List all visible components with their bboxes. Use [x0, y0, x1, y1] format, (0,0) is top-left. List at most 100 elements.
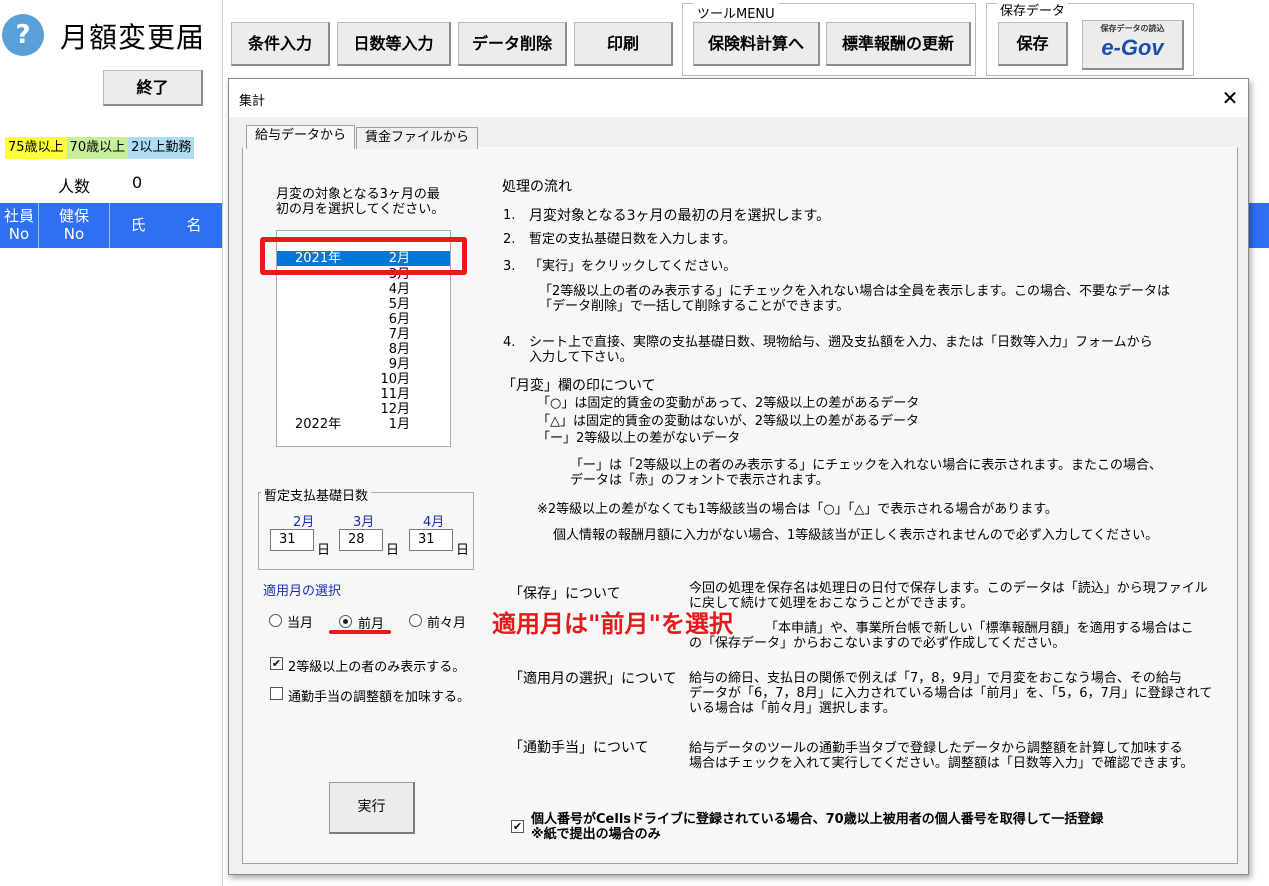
list-item[interactable]: 12月: [277, 402, 450, 417]
save-description: 「本申請」や、事業所台帳で新しい「標準報酬月額」を適用する場合はこ: [765, 621, 1194, 636]
save-description: に戻して続けて処理をおこなうことができます。: [689, 596, 974, 611]
day-month-label: 2月: [293, 515, 315, 530]
flow-step4: 入力して下さい。: [529, 350, 633, 365]
list-item[interactable]: 4月: [277, 282, 450, 297]
flow-step2: 暫定の支払基礎日数を入力します。: [529, 232, 736, 247]
list-item[interactable]: 11月: [277, 387, 450, 402]
grade1-note: ※2等級以上の差がなくても1等級該当の場合は「○」「△」で表示される場合がありま…: [537, 502, 1058, 517]
sheet-header-row-right: [1249, 203, 1269, 248]
list-item[interactable]: 10月: [277, 372, 450, 387]
sheet-divider: [222, 0, 223, 886]
count-value: 0: [132, 173, 143, 192]
provisional-days-label: 暫定支払基礎日数: [261, 485, 372, 504]
commute-description: 場合はチェックを入れて実行してください。調整額は「日数等入力」で確認できます。: [689, 756, 1194, 771]
header-given-name: 名: [186, 216, 202, 234]
day-month-label: 3月: [353, 515, 375, 530]
legend-multi-employment: 2以上勤務: [128, 137, 195, 159]
header-surname: 氏: [130, 216, 146, 234]
radio-current-month-label: 当月: [287, 616, 314, 631]
egov-logo: e-Gov: [1101, 35, 1164, 60]
month-prompt-line1: 月変の対象となる3ヶ月の最: [276, 187, 440, 202]
day-unit-label: 日: [456, 543, 470, 558]
days-input-button[interactable]: 日数等入力: [337, 22, 451, 66]
list-item[interactable]: 6月: [277, 312, 450, 327]
save-heading: 「保存」について: [509, 586, 621, 602]
flow-step4: シート上で直接、実際の支払基礎日数、現物給与、遡及支払額を入力、または「日数等入…: [529, 335, 1153, 350]
dialog-title: 集計: [239, 94, 266, 109]
tool-menu-label: ツールMENU: [694, 3, 778, 22]
egov-load-button[interactable]: 保存データの読込 e-Gov: [1082, 20, 1184, 70]
days-input-month1[interactable]: 31: [270, 529, 314, 551]
save-button[interactable]: 保存: [998, 22, 1068, 66]
grade2-checkbox-label: 2等級以上の者のみ表示する。: [288, 660, 466, 675]
apply-description: データが「6，7，8月」に入力されている場合は「前月」を、「5，6，7月」に登録…: [689, 686, 1213, 701]
apply-description: いる場合は「前々月」選択します。: [689, 701, 896, 716]
days-input-month2[interactable]: 28: [339, 529, 383, 551]
condition-input-button[interactable]: 条件入力: [231, 22, 330, 66]
tab-wage-file[interactable]: 賃金ファイルから: [356, 127, 479, 149]
personal-number-note: ※紙で提出の場合のみ: [531, 827, 661, 842]
flow-step3-note: 「データ削除」で一括して削除することができます。: [539, 299, 850, 314]
save-data-label: 保存データ: [997, 0, 1069, 19]
annotation-underline: [329, 630, 391, 634]
month-prompt-line2: 初の月を選択してください。: [276, 202, 445, 217]
execute-button[interactable]: 実行: [329, 782, 415, 834]
radio-previous-month[interactable]: [339, 615, 352, 628]
commute-checkbox-label: 通勤手当の調整額を加味する。: [288, 690, 471, 705]
standard-remuneration-update-button[interactable]: 標準報酬の更新: [826, 22, 971, 66]
header-insurance-no: 健保 No: [58, 207, 89, 243]
print-button[interactable]: 印刷: [574, 22, 673, 66]
day-unit-label: 日: [317, 543, 331, 558]
radio-current-month[interactable]: [269, 614, 282, 627]
dialog-titlebar: 集計 ✕: [229, 79, 1248, 117]
day-month-label: 4月: [423, 515, 445, 530]
age-legend: 75歳以上 70歳以上 2以上勤務: [5, 137, 195, 159]
close-icon[interactable]: ✕: [1217, 85, 1243, 111]
page-title: 月額変更届: [60, 21, 206, 54]
personal-number-checkbox[interactable]: ✔: [511, 820, 524, 833]
premium-calc-button[interactable]: 保険料計算へ: [693, 22, 820, 66]
commute-heading: 「通勤手当」について: [509, 740, 649, 756]
radio-two-months-before[interactable]: [409, 614, 422, 627]
day-unit-label: 日: [386, 543, 400, 558]
commute-description: 給与データのツールの通勤手当タブで登録したデータから調整額を計算して加味する: [689, 741, 1183, 756]
sheet-header-row: 社員 No 健保 No 氏 名: [0, 203, 222, 248]
header-employee-no: 社員 No: [3, 207, 34, 243]
flow-step-number: 1.: [503, 208, 516, 223]
help-icon[interactable]: ?: [2, 14, 44, 56]
commute-checkbox[interactable]: [270, 687, 283, 700]
save-description: 今回の処理を保存名は処理日の日付で保存します。このデータは「読込」から現ファイル: [689, 581, 1208, 596]
apply-month-label: 適用月の選択: [263, 584, 342, 599]
count-label: 人数: [58, 177, 91, 196]
grade2-checkbox[interactable]: ✔: [270, 657, 283, 670]
save-description: の「保存データ」からおこないますので必ず作成してください。: [689, 636, 1066, 651]
flow-step-number: 3.: [503, 259, 516, 274]
tab-salary-data[interactable]: 給与データから: [246, 125, 356, 149]
end-button[interactable]: 終了: [103, 70, 203, 106]
mark-note: 「ー」は「2等級以上の者のみ表示する」にチェックを入れない場合に表示されます。ま…: [570, 458, 1162, 473]
flow-heading: 処理の流れ: [502, 179, 572, 195]
list-item[interactable]: 7月: [277, 327, 450, 342]
apply-heading: 「適用月の選択」について: [509, 671, 677, 687]
list-item[interactable]: 2022年 1月: [277, 417, 450, 432]
personal-info-note: 個人情報の報酬月額に入力がない場合、1等級該当が正しく表示されませんので必ず入力…: [553, 528, 1159, 543]
personal-number-label: 個人番号がCellsドライブに登録されている場合、70歳以上被用者の個人番号を取…: [531, 812, 1104, 827]
mark-heading: 「月変」欄の印について: [502, 378, 656, 394]
flow-step-number: 4.: [503, 335, 516, 350]
flow-step3-note: 「2等級以上の者のみ表示する」にチェックを入れない場合は全員を表示します。この場…: [539, 284, 1170, 299]
summary-dialog: 集計 ✕ 給与データから 賃金ファイルから 月変の対象となる3ヶ月の最 初の月を…: [228, 78, 1249, 875]
list-item[interactable]: 8月: [277, 342, 450, 357]
list-item[interactable]: 9月: [277, 357, 450, 372]
days-input-month3[interactable]: 31: [409, 529, 453, 551]
mark-item: 「△」は固定的賃金の変動はないが、2等級以上の差があるデータ: [537, 414, 920, 429]
apply-description: 給与の締日、支払日の関係で例えば「7，8，9月」で月変をおこなう場合、その給与: [689, 671, 1182, 686]
mark-item: 「ー」2等級以上の差がないデータ: [537, 431, 741, 446]
list-item[interactable]: 5月: [277, 297, 450, 312]
flow-step3: 「実行」をクリックしてください。: [529, 259, 737, 274]
flow-step1: 月変対象となる3ヶ月の最初の月を選択します。: [529, 208, 831, 224]
mark-note: データは「赤」のフォントで表示されます。: [570, 473, 829, 488]
delete-data-button[interactable]: データ削除: [458, 22, 567, 66]
selection-highlight-frame: [260, 237, 467, 275]
legend-70-plus: 70歳以上: [66, 137, 129, 159]
flow-step-number: 2.: [503, 232, 516, 247]
